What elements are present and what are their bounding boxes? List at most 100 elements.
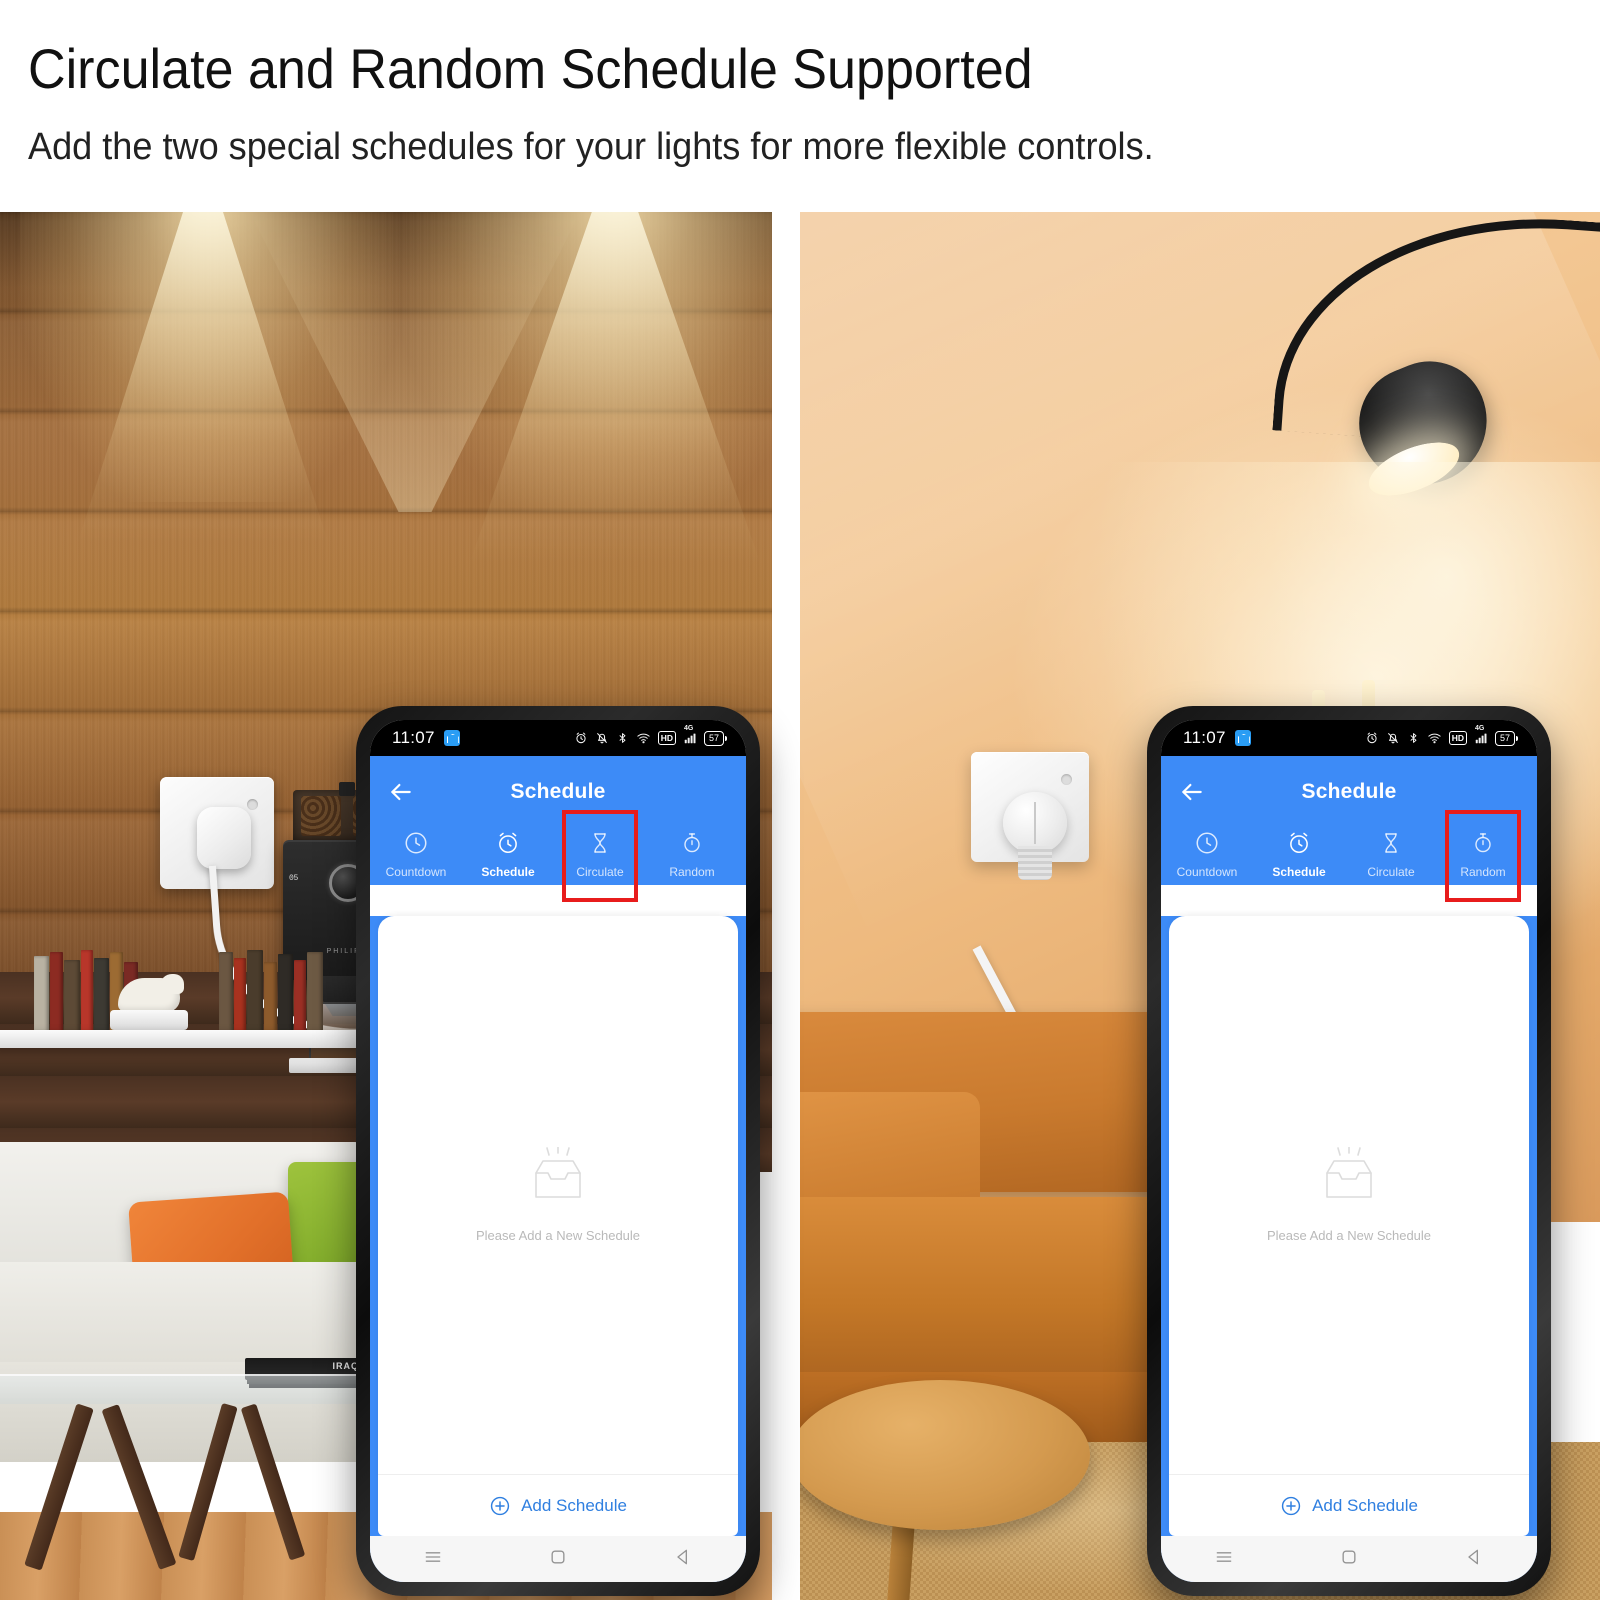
phone-screen: 11:07 HD 4G 57 Schedule Countdown Schedule Circ… [370,720,746,1582]
table-leg [240,1403,306,1561]
book [278,954,293,1032]
empty-inbox-icon [1318,1146,1380,1210]
content-backdrop: Please Add a New Schedule Add Schedule [370,916,746,1582]
battery-indicator: 57 [1494,730,1519,746]
tab-inching[interactable]: Inching [738,828,746,879]
status-bar: 11:07 HD 4G 57 [370,720,746,756]
clock-icon [1161,828,1253,858]
home-app-icon [1234,730,1251,746]
page-subtitle: Add the two special schedules for your l… [28,126,1154,168]
tab-label: Countdown [385,865,447,879]
book [94,958,109,1032]
tab-schedule[interactable]: Schedule [1253,828,1345,879]
android-nav-bar [1161,1536,1537,1582]
table-leg [178,1402,238,1562]
add-schedule-button[interactable]: Add Schedule [378,1474,738,1536]
back-icon[interactable] [673,1547,693,1572]
stopwatch-icon [1437,828,1529,858]
page-title: Schedule [510,780,606,803]
notification-muted-icon [595,731,609,745]
tab-label: Circulate [576,865,624,879]
tab-countdown[interactable]: Countdown [370,828,462,879]
bluetooth-icon [616,731,629,745]
status-bar-right: HD 4G 57 [1365,725,1519,746]
leather-sofa-seat [800,1197,1200,1397]
status-time: 11:07 [392,728,435,747]
tab-random[interactable]: Random [1437,828,1529,879]
dragon-figurine [110,974,188,1032]
home-icon[interactable] [548,1547,568,1572]
smart-plug-right [1003,792,1067,854]
book [219,952,233,1032]
tab-label: Inching [738,865,746,879]
hd-icon: HD [1448,731,1467,745]
plug-cable-strain-relief [1018,846,1052,880]
phone-screen: 11:07 HD 4G 57 Schedule Countdown Schedule Circ… [1161,720,1537,1582]
plus-circle-icon [489,1495,511,1517]
tab-circulate[interactable]: Circulate [554,828,646,879]
tab-label: Schedule [481,865,535,879]
timer-icon [1529,828,1537,858]
status-bar-left: 11:07 [1183,728,1251,748]
empty-state-text: Please Add a New Schedule [1266,1228,1432,1243]
alarm-icon [1365,731,1379,745]
book [234,958,246,1032]
alarm-clock-icon [462,828,554,858]
dragon-base [110,1010,188,1030]
alarm-clock-icon [1253,828,1345,858]
content-backdrop: Please Add a New Schedule Add Schedule [1161,916,1537,1582]
tab-countdown[interactable]: Countdown [1161,828,1253,879]
battery-indicator: 57 [703,730,728,746]
back-arrow-icon[interactable] [1179,779,1205,805]
wifi-icon [1427,731,1442,745]
book [64,960,80,1032]
tab-bar: CountdownScheduleCirculateRandomInchingA [370,810,746,902]
round-side-table [800,1380,1090,1530]
schedule-list-card: Please Add a New Schedule Add Schedule [1169,916,1529,1536]
wifi-icon [636,731,651,745]
tab-label: Inching [1529,865,1537,879]
phone-left: 11:07 HD 4G 57 Schedule Countdown Schedule Circ… [356,706,760,1596]
signal-icon: 4G [1474,725,1488,745]
empty-state: Please Add a New Schedule [1169,916,1529,1474]
bluetooth-icon [1407,731,1420,745]
signal-icon: 4G [683,725,697,745]
book [247,950,263,1032]
table-leg [101,1404,177,1570]
add-schedule-button[interactable]: Add Schedule [1169,1474,1529,1536]
recents-icon[interactable] [1214,1547,1234,1572]
book [34,956,49,1032]
empty-state: Please Add a New Schedule [378,916,738,1474]
hd-icon: HD [657,731,676,745]
wall-shelf [0,1030,370,1048]
tab-label: Countdown [1176,865,1238,879]
tab-label: Circulate [1367,865,1415,879]
tab-bar: CountdownScheduleCirculateRandomInchingA [1161,810,1537,902]
tab-circulate[interactable]: Circulate [1345,828,1437,879]
glass-coffee-table [0,1374,400,1404]
home-icon[interactable] [1339,1547,1359,1572]
page-title: Circulate and Random Schedule Supported [28,37,1033,100]
clock-icon [370,828,462,858]
hourglass-icon [1345,828,1437,858]
tab-random[interactable]: Random [646,828,738,879]
plus-circle-icon [1280,1495,1302,1517]
tab-schedule[interactable]: Schedule [462,828,554,879]
coffee-beans-left [301,796,341,836]
book [307,952,323,1032]
tab-inching[interactable]: Inching [1529,828,1537,879]
back-icon[interactable] [1464,1547,1484,1572]
status-bar-right: HD 4G 57 [574,725,728,746]
book [264,962,277,1032]
notification-muted-icon [1386,731,1400,745]
stopwatch-icon [646,828,738,858]
back-arrow-icon[interactable] [388,779,414,805]
page-header: Circulate and Random Schedule Supported … [0,0,1600,212]
book [81,950,93,1032]
tab-label: Random [1460,865,1506,879]
app-bar-top: Schedule [370,768,746,816]
schedule-list-card: Please Add a New Schedule Add Schedule [378,916,738,1536]
recents-icon[interactable] [423,1547,443,1572]
coffee-display-left: 05 [289,874,299,883]
status-bar-left: 11:07 [392,728,460,748]
